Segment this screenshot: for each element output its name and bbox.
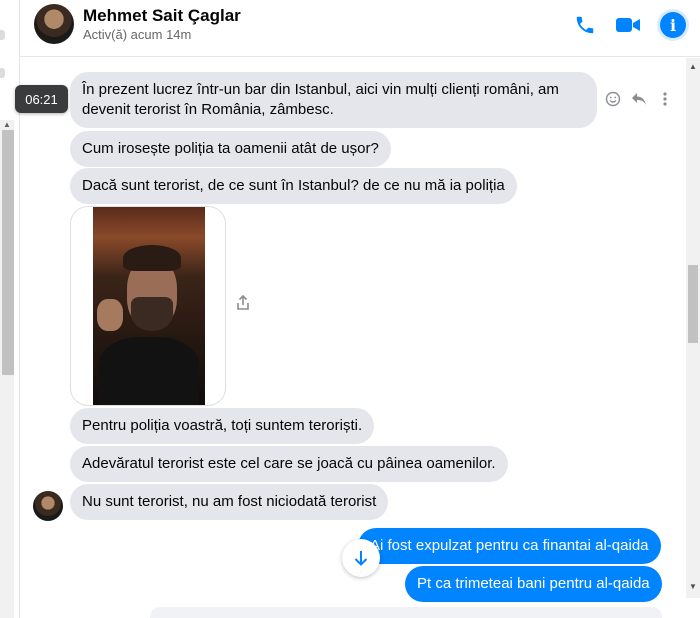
contact-name[interactable]: Mehmet Sait Çaglar [83, 6, 241, 26]
message-text: Dacă sunt terorist, de ce sunt în Istanb… [82, 177, 505, 194]
scrollbar-thumb[interactable] [2, 130, 14, 375]
scrollbar-thumb[interactable] [688, 265, 698, 343]
message-timestamp-tooltip: 06:21 [15, 85, 68, 113]
scroll-down-arrow-icon[interactable]: ▼ [689, 582, 697, 591]
attached-photo[interactable] [93, 207, 205, 405]
message-text: În prezent lucrez într-un bar din Istanb… [82, 81, 559, 98]
info-icon-glyph: i [660, 12, 686, 38]
scroll-to-bottom-button[interactable] [342, 539, 380, 577]
info-icon[interactable]: i [660, 12, 686, 38]
photo-attachment[interactable] [70, 206, 226, 406]
photo-detail [99, 337, 199, 405]
message-bubble[interactable]: Nu sunt terorist, nu am fost niciodată t… [70, 484, 389, 520]
arrow-down-icon [354, 551, 368, 566]
message-bubble[interactable]: În prezent lucrez într-un bar din Istanb… [70, 72, 597, 128]
reply-icon[interactable] [630, 90, 648, 108]
react-icon[interactable] [604, 90, 622, 108]
message-text: Pentru poliția voastră, toți suntem tero… [82, 417, 363, 434]
message-text: Pt ca trimeteai bani pentru al-qaida [417, 575, 650, 592]
left-scrollbar[interactable]: ▲ [0, 120, 14, 618]
photo-detail [97, 299, 123, 331]
conversation-header: Mehmet Sait Çaglar Activ(ă) acum 14m i [20, 0, 700, 57]
message-bubble[interactable]: Adevăratul terorist este cel care se joa… [70, 446, 508, 482]
panel-marker [0, 30, 5, 40]
message-text: Adevăratul terorist este cel care se joa… [82, 455, 496, 472]
contact-avatar[interactable] [34, 4, 74, 44]
more-icon[interactable] [656, 90, 674, 108]
phone-icon[interactable] [572, 12, 598, 38]
scroll-up-arrow-icon[interactable]: ▲ [689, 62, 697, 71]
conversation-scrollbar[interactable]: ▲ ▼ [686, 58, 700, 598]
sent-message-bubble[interactable]: Pt ca trimeteai bani pentru al-qaida [405, 566, 662, 602]
photo-detail [123, 245, 181, 271]
share-icon[interactable] [234, 294, 252, 312]
sender-avatar[interactable] [33, 491, 63, 521]
message-text: Ai fost expulzat pentru ca finantai al-q… [370, 537, 649, 554]
message-composer[interactable] [150, 607, 662, 618]
photo-detail [131, 297, 173, 331]
message-actions [604, 90, 674, 108]
video-camera-icon[interactable] [615, 12, 641, 38]
sent-message-bubble[interactable]: Ai fost expulzat pentru ca finantai al-q… [358, 528, 661, 564]
message-bubble[interactable]: Pentru poliția voastră, toți suntem tero… [70, 408, 375, 444]
message-bubble[interactable]: Cum irosește poliția ta oamenii atât de … [70, 131, 391, 167]
panel-marker [0, 68, 5, 78]
message-text: Cum irosește poliția ta oamenii atât de … [82, 140, 379, 157]
message-text: Nu sunt terorist, nu am fost niciodată t… [82, 493, 377, 510]
contact-status: Activ(ă) acum 14m [83, 27, 192, 42]
message-bubble[interactable]: Dacă sunt terorist, de ce sunt în Istanb… [70, 168, 517, 204]
scroll-up-arrow-icon[interactable]: ▲ [3, 120, 11, 129]
message-text: devenit terorist în România, zâmbesc. [82, 101, 334, 118]
